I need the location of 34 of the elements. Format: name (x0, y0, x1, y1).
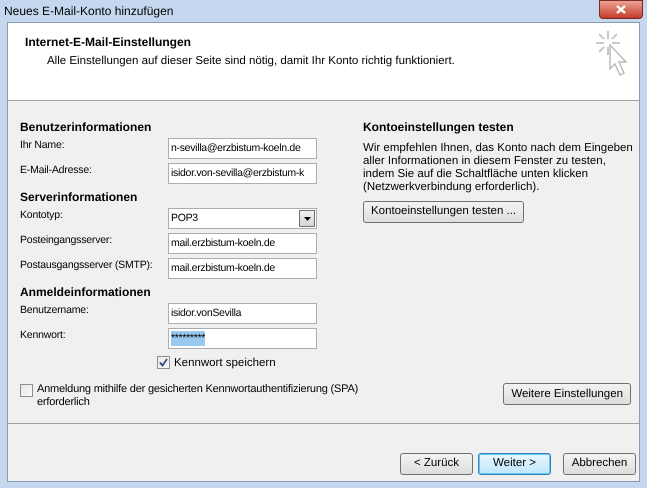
page-title: Internet-E-Mail-Einstellungen (25, 34, 192, 51)
checkbox[interactable]: Kennwort speichern (157, 355, 338, 372)
close-icon (616, 4, 626, 14)
more-settings-button[interactable]: Weitere Einstellungen (503, 383, 631, 406)
test-description: Wir empfehlen Ihnen, das Konto nach dem Eingeben aller Informationen in diesem Fenster zu testen, indem Sie auf die Schaltfläche unten klicken (Netzwerkverbindung erforderlich). (363, 142, 633, 194)
dialog-button[interactable]: Abbrechen (563, 453, 636, 475)
checked-checkbox-icon[interactable] (157, 356, 170, 369)
cursor-sparkle-icon (594, 29, 630, 77)
input-field[interactable]: mail.erzbistum-koeln.de (168, 258, 317, 279)
input-field[interactable]: isidor.vonSevilla (168, 303, 317, 324)
close-button[interactable] (599, 0, 643, 18)
input-field[interactable]: isidor.von-sevilla@erzbistum-k (168, 163, 317, 184)
field-label: Postausgangsserver (SMTP): (20, 258, 154, 273)
section-heading: Kontoeinstellungen testen (363, 119, 515, 136)
field-label: Ihr Name: (20, 138, 66, 153)
input-field[interactable]: mail.erzbistum-koeln.de (168, 233, 317, 254)
field-label: Kontotyp: (20, 208, 64, 223)
field-label: E-Mail-Adresse: (20, 163, 93, 178)
field-label: Benutzername: (20, 303, 90, 318)
window-title: Neues E-Mail-Konto hinzufügen (4, 3, 174, 20)
section-heading: Anmeldeinformationen (20, 284, 152, 301)
section-heading: Benutzerinformationen (20, 119, 152, 136)
checkbox-icon[interactable] (20, 384, 33, 398)
input-field[interactable]: n-sevilla@erzbistum-koeln.de (168, 138, 317, 159)
checkbox-label: Kennwort speichern (174, 356, 276, 371)
page-subtitle: Alle Einstellungen auf dieser Seite sind nötig, damit Ihr Konto richtig funktioniert. (46, 54, 455, 69)
test-settings-button[interactable]: Kontoeinstellungen testen ... (363, 201, 524, 223)
password-field[interactable]: ********* (168, 328, 317, 349)
section-heading: Serverinformationen (20, 189, 138, 206)
field-label: Posteingangsserver: (20, 233, 113, 248)
field-label: Kennwort: (20, 328, 66, 343)
dropdown[interactable]: POP3 (168, 208, 317, 229)
dialog-button[interactable]: < Zurück (400, 453, 473, 475)
dialog-button[interactable]: Weiter > (478, 453, 551, 475)
